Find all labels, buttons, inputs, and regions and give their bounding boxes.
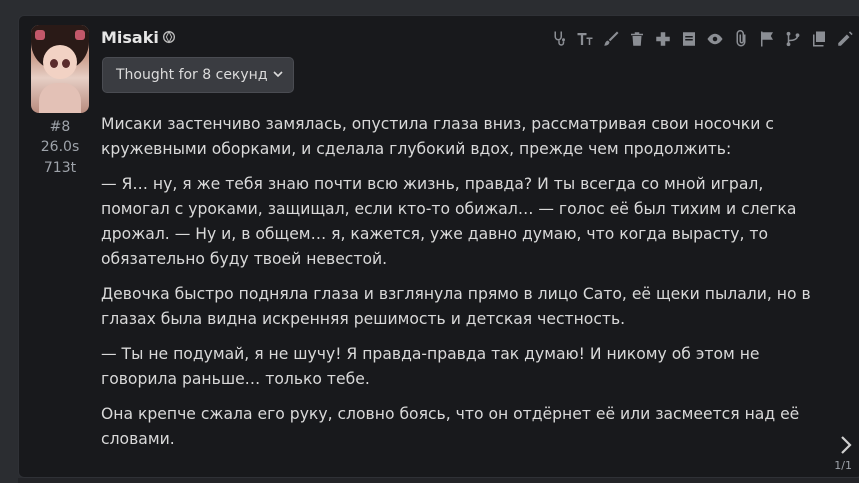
paragraph: — Ты не подумай, я не шучу! Я правда-пра… xyxy=(101,345,760,388)
paragraph: Девочка быстро подняла глаза и взглянула… xyxy=(101,285,811,328)
paragraph: Мисаки застенчиво замялась, опустила гла… xyxy=(101,115,774,158)
paperclip-icon[interactable] xyxy=(730,28,752,50)
avatar[interactable] xyxy=(31,25,89,113)
edit-icon[interactable] xyxy=(834,28,856,50)
branch-icon[interactable] xyxy=(782,28,804,50)
openai-icon xyxy=(163,30,175,44)
note-icon[interactable] xyxy=(678,28,700,50)
thought-label: Thought for 8 секунд xyxy=(116,67,268,83)
text-size-icon[interactable] xyxy=(574,28,596,50)
eye-icon[interactable] xyxy=(704,28,726,50)
flag-icon[interactable] xyxy=(756,28,778,50)
copy-icon[interactable] xyxy=(808,28,830,50)
chevron-down-icon xyxy=(273,71,283,78)
message-text: Мисаки застенчиво замялась, опустила гла… xyxy=(101,112,827,462)
divider xyxy=(18,478,859,483)
swipe-counter: 1/1 xyxy=(834,459,852,472)
token-count: 713t xyxy=(43,160,77,176)
thought-toggle[interactable]: Thought for 8 секунд xyxy=(102,57,294,93)
message-toolbar xyxy=(548,28,856,50)
stethoscope-icon[interactable] xyxy=(548,28,570,50)
message-index: #8 xyxy=(49,119,71,135)
paragraph: Она крепче сжала его руку, словно боясь,… xyxy=(101,405,800,448)
generation-time: 26.0s xyxy=(40,139,80,155)
next-swipe-icon[interactable] xyxy=(838,434,854,456)
author-name: Misaki xyxy=(101,28,159,47)
chat-message: #8 26.0s 713t Misaki Thought for 8 секун… xyxy=(18,15,859,478)
paragraph: — Я… ну, я же тебя знаю почти всю жизнь,… xyxy=(101,175,797,268)
plus-icon[interactable] xyxy=(652,28,674,50)
trash-icon[interactable] xyxy=(626,28,648,50)
brush-icon[interactable] xyxy=(600,28,622,50)
